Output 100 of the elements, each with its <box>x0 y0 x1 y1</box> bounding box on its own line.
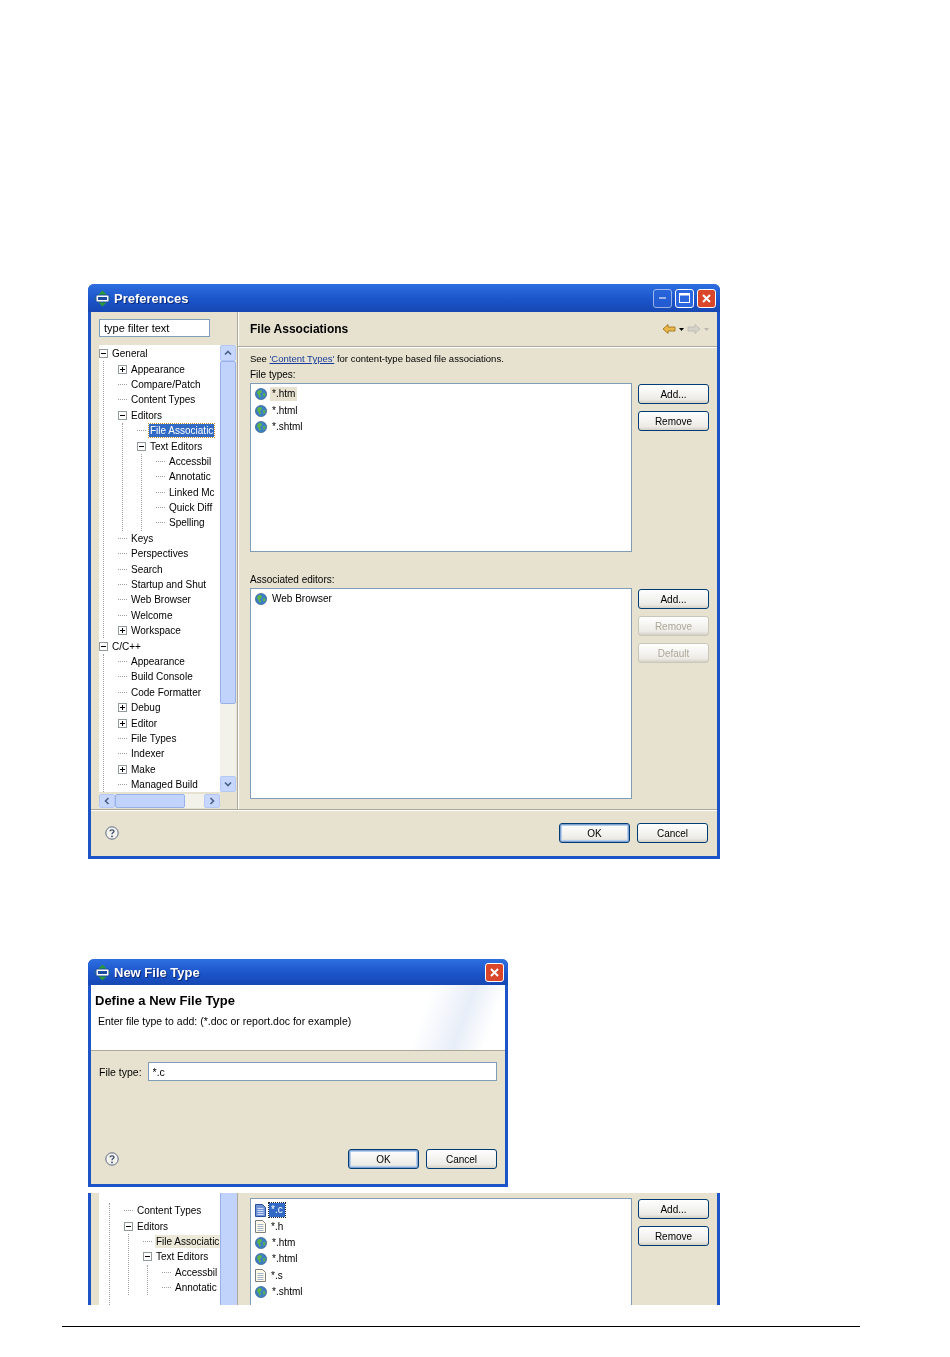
list-button[interactable]: Add... <box>638 384 709 404</box>
plus-icon <box>119 627 126 635</box>
tree-item[interactable]: Code Formatter <box>130 685 203 699</box>
dropdown-caret-icon[interactable] <box>679 327 684 331</box>
list-item[interactable]: *.html <box>270 403 300 418</box>
expand-toggle[interactable] <box>118 626 127 636</box>
list-item[interactable]: *.shtml <box>270 1285 305 1300</box>
close-icon <box>490 967 499 977</box>
file-types-list[interactable]: *.htm *.html *.shtml <box>250 383 632 552</box>
dialog-button[interactable]: OK <box>559 823 630 843</box>
document-icon <box>255 1220 266 1234</box>
tree-item[interactable]: Text Editors <box>155 1250 210 1264</box>
tree-item[interactable]: File Types <box>130 731 178 745</box>
tree-item[interactable]: Accessbil <box>174 1265 219 1279</box>
expand-toggle[interactable] <box>118 364 127 374</box>
collapse-toggle[interactable] <box>118 410 127 420</box>
list-button[interactable]: Remove <box>638 1226 709 1246</box>
tree-item[interactable]: Annotatic <box>174 1281 218 1295</box>
tree-item[interactable]: C/C++ <box>111 639 142 653</box>
tree-item[interactable]: Perspectives <box>130 547 190 561</box>
horizontal-scrollbar[interactable] <box>99 794 220 808</box>
collapse-toggle[interactable] <box>99 641 108 651</box>
minimize-icon <box>658 296 667 300</box>
tree-item[interactable]: File Associatic <box>149 424 215 438</box>
tree-item[interactable]: Editors <box>130 408 164 422</box>
app-icon <box>94 963 111 981</box>
list-item[interactable]: *.htm <box>270 387 298 402</box>
vertical-scrollbar[interactable] <box>220 345 236 792</box>
tree-item[interactable]: Spelling <box>168 516 206 530</box>
list-item[interactable]: *.c <box>269 1203 285 1218</box>
tree-item[interactable]: Appearance <box>130 655 186 668</box>
tree-item[interactable]: General <box>111 347 149 361</box>
collapse-toggle[interactable] <box>99 349 108 359</box>
tree-item[interactable]: Workspace <box>130 624 182 638</box>
collapse-toggle[interactable] <box>124 1221 133 1231</box>
tree-item[interactable]: Welcome <box>130 608 174 622</box>
minimize-button[interactable] <box>653 288 672 308</box>
tree-item[interactable]: Editors <box>136 1219 170 1233</box>
tree-item[interactable]: Web Browser <box>130 593 192 607</box>
plus-icon <box>119 704 126 712</box>
page-title: File Associations <box>250 322 350 336</box>
tree-item[interactable]: Startup and Shut <box>130 578 208 592</box>
list-button[interactable]: Remove <box>638 411 709 431</box>
collapse-toggle[interactable] <box>137 441 146 451</box>
document-icon <box>255 1269 266 1283</box>
tree-item[interactable]: Indexer <box>130 747 166 761</box>
globe-icon <box>255 404 267 417</box>
list-item[interactable]: Web Browser <box>270 592 334 607</box>
globe-icon <box>255 1286 267 1299</box>
tree-item[interactable]: Make <box>130 762 157 776</box>
tree-item[interactable]: Accessbil <box>168 454 213 468</box>
tree-item[interactable]: Search <box>130 562 164 576</box>
dialog-button[interactable]: OK <box>348 1149 419 1169</box>
document-icon <box>255 1203 266 1217</box>
maximize-icon <box>679 293 690 303</box>
vertical-scrollbar[interactable] <box>220 1193 237 1305</box>
tree-item[interactable]: Linked Mc <box>168 485 216 499</box>
list-item[interactable]: *.shtml <box>270 419 305 434</box>
globe-icon <box>255 388 267 401</box>
tree-item[interactable]: Content Types <box>130 393 197 407</box>
list-item[interactable]: *.h <box>269 1219 286 1234</box>
file-type-field[interactable]: *.c <box>147 1062 497 1081</box>
tree-item[interactable]: Build Console <box>130 670 194 684</box>
list-button[interactable]: Add... <box>638 1199 709 1219</box>
plus-icon <box>119 765 126 773</box>
tree-item[interactable]: Editor <box>130 716 159 730</box>
tree-item[interactable]: File Associatic <box>155 1234 221 1248</box>
list-item[interactable]: *.htm <box>270 1235 298 1250</box>
tree-item[interactable]: Debug <box>130 701 162 715</box>
help-icon[interactable] <box>105 1152 119 1166</box>
window-title: Preferences <box>114 290 190 306</box>
tree-item[interactable]: Compare/Patch <box>130 377 202 391</box>
collapse-toggle[interactable] <box>143 1252 152 1262</box>
close-button[interactable] <box>697 288 716 308</box>
list-button[interactable]: Add... <box>638 589 709 609</box>
help-icon[interactable] <box>105 826 119 840</box>
tree-item[interactable]: Content Types <box>136 1204 203 1218</box>
dialog-message: Enter file type to add: (*.doc or report.doc for example) <box>97 1015 353 1027</box>
maximize-button[interactable] <box>675 288 694 308</box>
tree-item[interactable]: Appearance <box>130 362 186 376</box>
plus-icon <box>119 365 126 373</box>
dialog-button[interactable]: Cancel <box>426 1149 497 1169</box>
expand-toggle[interactable] <box>118 764 127 774</box>
close-icon <box>702 293 711 303</box>
filter-field[interactable]: type filter text <box>99 319 210 337</box>
editors-list[interactable]: Web Browser <box>250 588 632 799</box>
content-types-link[interactable]: 'Content Types' <box>269 353 335 364</box>
list-item[interactable]: *.html <box>270 1252 300 1267</box>
tree-item[interactable]: Annotatic <box>168 470 212 484</box>
close-button[interactable] <box>485 962 504 982</box>
tree-item[interactable]: Keys <box>130 531 155 545</box>
expand-toggle[interactable] <box>118 703 127 713</box>
expand-toggle[interactable] <box>118 718 127 728</box>
dialog-button[interactable]: Cancel <box>637 823 708 843</box>
file-types-list[interactable]: *.c *.h *.htm *.html *.s *.shtml <box>250 1198 632 1305</box>
tree-item[interactable]: Managed Build <box>130 778 199 792</box>
globe-icon <box>255 593 267 606</box>
list-item[interactable]: *.s <box>269 1268 285 1283</box>
tree-item[interactable]: Quick Diff <box>168 501 214 515</box>
tree-item[interactable]: Text Editors <box>149 439 204 453</box>
